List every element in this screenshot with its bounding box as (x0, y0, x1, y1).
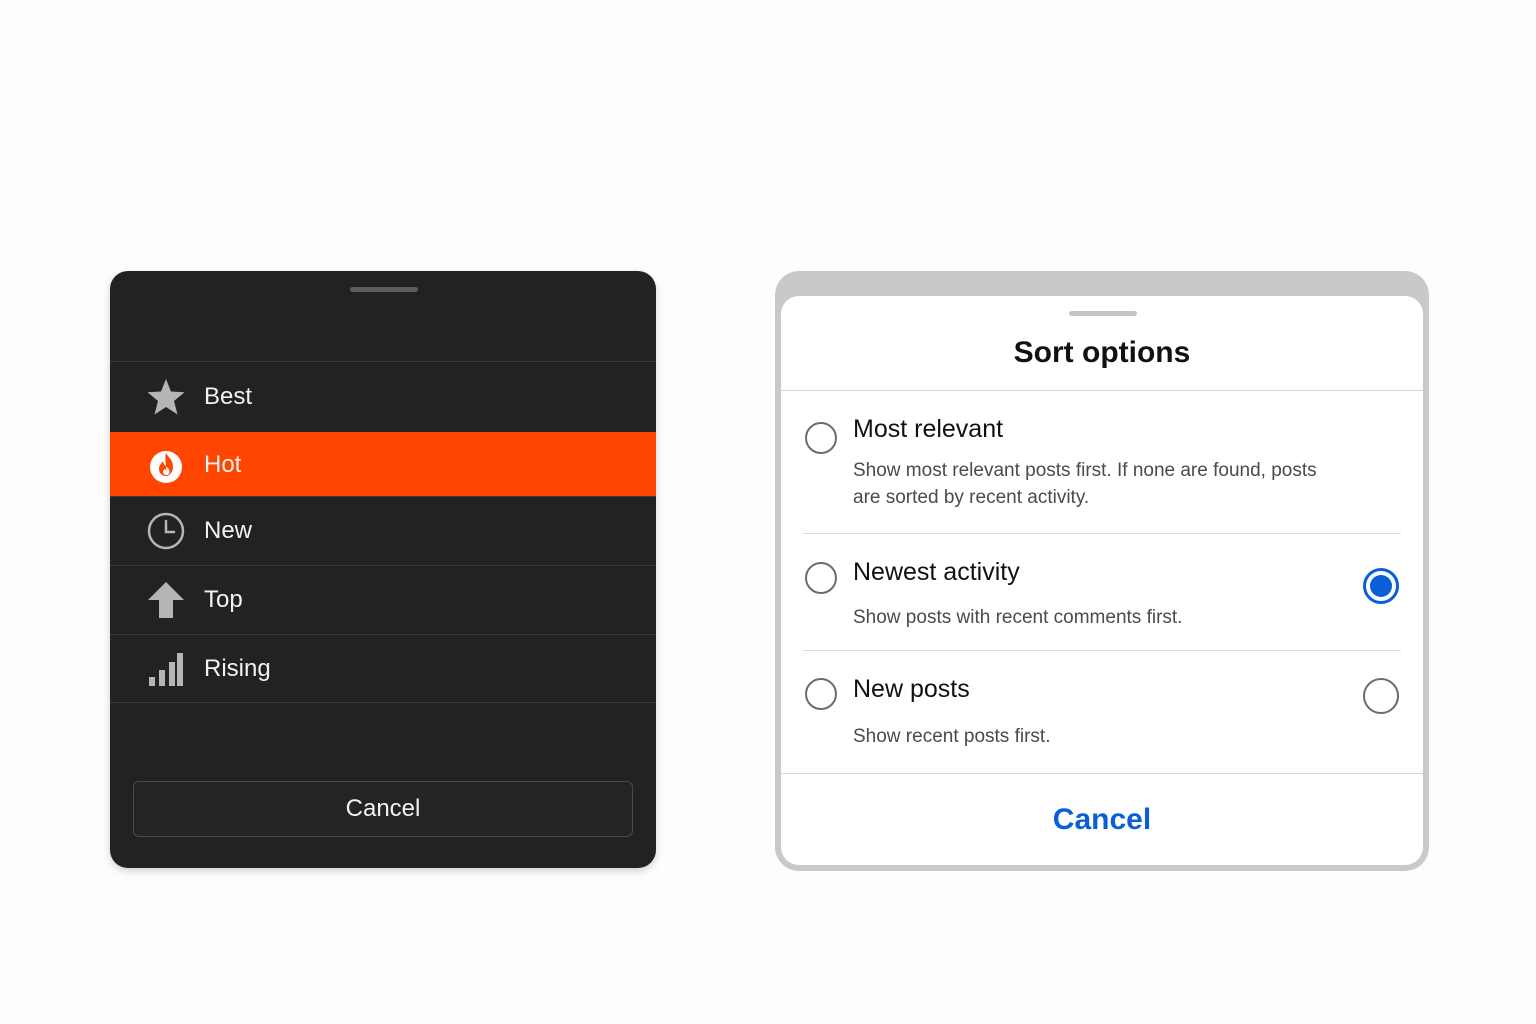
sort-option-label: Rising (204, 654, 271, 682)
radio-dot (1370, 575, 1392, 597)
radio-button[interactable] (805, 562, 837, 594)
sort-option-hot[interactable]: Hot (110, 432, 656, 496)
clock-icon (146, 511, 186, 551)
cancel-button[interactable]: Cancel (133, 781, 633, 837)
sort-option-label: Hot (204, 450, 242, 478)
star-icon (146, 377, 186, 417)
sort-option-best[interactable]: Best (110, 361, 656, 432)
sort-option-label: Best (204, 383, 253, 410)
flame-icon (146, 445, 186, 485)
sort-option-most-relevant[interactable]: Most relevant Show most relevant posts f… (781, 391, 1423, 534)
sort-option-newest-activity[interactable]: Newest activity Show posts with recent c… (781, 534, 1423, 650)
option-title: Most relevant (853, 415, 1004, 443)
option-description: Show posts with recent comments first. (853, 607, 1183, 628)
sort-option-label: Top (204, 586, 243, 613)
sort-option-label: New (204, 517, 253, 544)
drag-handle[interactable] (350, 287, 418, 292)
cancel-button[interactable]: Cancel (781, 774, 1423, 865)
radio-button[interactable] (805, 678, 837, 710)
drag-handle[interactable] (1069, 311, 1137, 316)
sort-options-sheet: Sort options Most relevant Show most rel… (781, 296, 1423, 865)
light-sheet-frame: Sort options Most relevant Show most rel… (775, 271, 1429, 871)
radio-button[interactable] (805, 422, 837, 454)
radio-button[interactable] (1363, 678, 1399, 714)
bar-chart-icon (146, 649, 186, 689)
sort-option-top[interactable]: Top (110, 565, 656, 634)
sort-option-rising[interactable]: Rising (110, 634, 656, 702)
option-description: Show most relevant posts first. If none … (853, 460, 1317, 508)
sheet-title: Sort options (1013, 336, 1191, 369)
dark-sort-sheet: Best Hot New Top Rising Cancel (110, 271, 656, 868)
sort-option-new[interactable]: New (110, 496, 656, 565)
divider (110, 702, 656, 703)
option-title: Newest activity (853, 558, 1020, 586)
option-description: Show recent posts first. (853, 726, 1051, 747)
option-title: New posts (853, 675, 970, 703)
arrow-up-icon (146, 580, 186, 620)
radio-button-selected[interactable] (1363, 568, 1399, 604)
sort-option-new-posts[interactable]: New posts Show recent posts first. (781, 651, 1423, 773)
stage: Best Hot New Top Rising Cancel Sort opti… (0, 0, 1536, 1024)
